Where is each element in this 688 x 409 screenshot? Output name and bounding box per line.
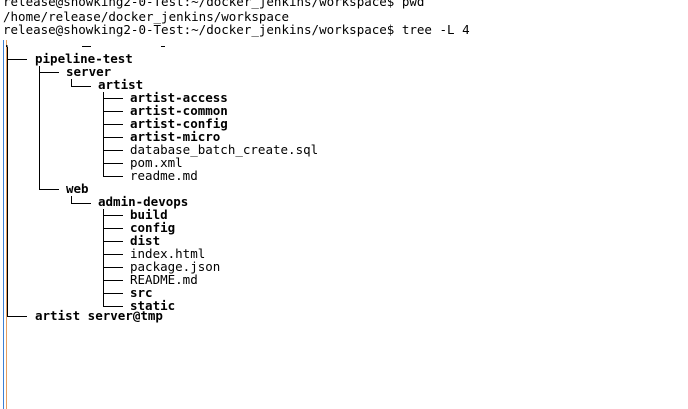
tree-connector: [103, 124, 123, 125]
tree-connector: [103, 241, 123, 242]
tree-connector: [103, 150, 123, 151]
prompt-line-tree: release@showking2-0-Test:~/docker_jenkin…: [3, 22, 470, 37]
prompt-line-pwd: release@showking2-0-Test:~/docker_jenkin…: [3, 0, 425, 9]
tree-connector: [103, 228, 123, 229]
tree-connector: [103, 215, 123, 216]
tree-connector: [39, 72, 59, 73]
terminal-window[interactable]: release@showking2-0-Test:~/docker_jenkin…: [0, 0, 688, 409]
tree-file-readme: readme.md: [130, 168, 198, 183]
cursor-artifact: [161, 46, 165, 47]
tree-connector: [103, 254, 123, 255]
tree-connector: [103, 267, 123, 268]
tree-connector: [71, 196, 72, 203]
tree-connector: [71, 79, 72, 86]
selection-margin-blue: [3, 40, 4, 409]
tree-connector: [103, 137, 123, 138]
tree-connector: [39, 189, 59, 190]
tree-dir-artist-server-tmp: artist server@tmp: [35, 308, 163, 323]
tree-connector: [39, 66, 40, 189]
tree-dir-web: web: [66, 181, 89, 196]
tree-connector: [103, 306, 123, 307]
tree-connector: [103, 293, 123, 294]
tree-connector: [103, 176, 123, 177]
tree-connector: [7, 47, 8, 316]
tree-connector: [103, 98, 123, 99]
tree-connector: [7, 59, 27, 60]
cursor-artifact: [82, 46, 91, 47]
tree-connector: [103, 163, 123, 164]
tree-connector: [71, 86, 91, 87]
tree-connector: [103, 280, 123, 281]
tree-connector: [71, 203, 91, 204]
tree-connector: [7, 316, 27, 317]
tree-connector: [103, 111, 123, 112]
